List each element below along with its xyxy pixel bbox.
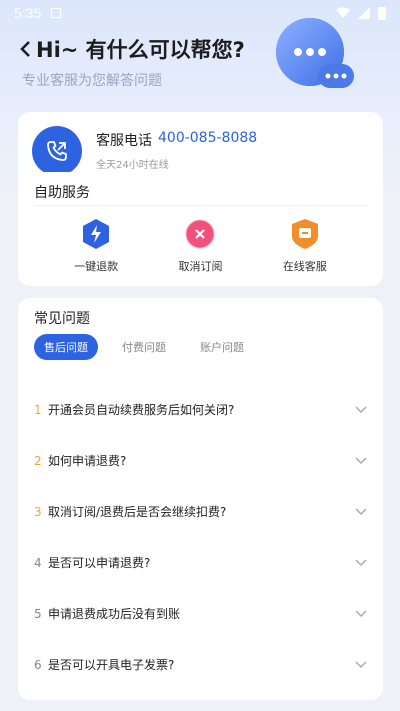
tab-payment[interactable]: 付费问题 [112, 334, 176, 360]
faq-number: 1 [34, 402, 42, 417]
faq-question: 如何申请退费? [48, 454, 127, 468]
self-service-title: 自助服务 [34, 185, 90, 201]
faq-item[interactable]: 6 是否可以开具电子发票? [34, 639, 367, 690]
faq-question: 开通会员自动续费服务后如何关闭? [48, 403, 235, 417]
phone-number[interactable]: 400-085-8088 [158, 130, 257, 150]
self-item-label: 一键退款 [74, 260, 119, 273]
faq-item[interactable]: 3 取消订阅/退费后是否会继续扣费? [34, 486, 367, 537]
phone-hours: 全天24小时在线 [96, 160, 169, 171]
divider [34, 205, 367, 206]
faq-question: 申请退费成功后没有到账 [48, 607, 181, 621]
chevron-down-icon [355, 609, 367, 617]
phone-line: 客服电话 400-085-8088 [96, 130, 257, 150]
phone-info: 客服电话 400-085-8088 全天24小时在线 [96, 130, 257, 171]
chat-bubble-icon [276, 18, 354, 88]
faq-number: 5 [34, 606, 42, 621]
sim-icon [51, 8, 62, 18]
self-item-refund[interactable]: 一键退款 [56, 218, 136, 274]
tab-after-sales[interactable]: 售后问题 [34, 334, 98, 360]
self-item-label: 在线客服 [282, 260, 327, 273]
faq-item[interactable]: 4 是否可以申请退费? [34, 537, 367, 588]
faq-question: 是否可以开具电子发票? [48, 658, 175, 672]
chevron-down-icon [355, 660, 367, 668]
chevron-down-icon [355, 405, 367, 413]
faq-card: 常见问题 售后问题 付费问题 账户问题 1 开通会员自动续费服务后如何关闭? 2… [18, 298, 383, 700]
faq-title: 常见问题 [34, 311, 90, 327]
faq-number: 2 [34, 453, 42, 468]
self-service-card: 自助服务 一键退款 取消订阅 在线客服 [18, 172, 383, 286]
tab-account[interactable]: 账户问题 [190, 334, 254, 360]
chevron-down-icon [355, 558, 367, 566]
faq-list: 1 开通会员自动续费服务后如何关闭? 2 如何申请退费? 3 取消订阅/退费后是… [34, 384, 367, 690]
faq-question: 取消订阅/退费后是否会继续扣费? [48, 505, 227, 519]
faq-tabs: 售后问题 付费问题 账户问题 [34, 334, 254, 360]
cancel-subscription-icon [185, 219, 215, 249]
faq-number: 6 [34, 657, 42, 672]
page-subtitle: 专业客服为您解答问题 [22, 73, 162, 89]
phone-badge [32, 125, 82, 176]
header-title: Hi~ 有什么可以帮您? [18, 34, 245, 64]
faq-item[interactable]: 5 申请退费成功后没有到账 [34, 588, 367, 639]
lightning-shield-icon [83, 219, 110, 249]
faq-item[interactable]: 2 如何申请退费? [34, 435, 367, 486]
faq-item[interactable]: 1 开通会员自动续费服务后如何关闭? [34, 384, 367, 435]
self-item-cancel[interactable]: 取消订阅 [160, 218, 240, 274]
self-service-items: 一键退款 取消订阅 在线客服 [18, 218, 383, 274]
self-item-label: 取消订阅 [178, 260, 223, 273]
phone-call-icon [47, 140, 67, 161]
battery-icon [378, 6, 386, 20]
status-time: 5:35 [14, 5, 42, 21]
self-item-online-service[interactable]: 在线客服 [265, 218, 345, 274]
faq-number: 4 [34, 555, 42, 570]
faq-question: 是否可以申请退费? [48, 556, 151, 570]
chevron-down-icon [355, 456, 367, 464]
back-arrow-icon[interactable] [18, 39, 32, 59]
online-service-icon [291, 219, 318, 249]
chevron-down-icon [355, 507, 367, 515]
faq-number: 3 [34, 504, 42, 519]
phone-label: 客服电话 [96, 133, 152, 149]
page-title: Hi~ 有什么可以帮您? [36, 38, 245, 62]
